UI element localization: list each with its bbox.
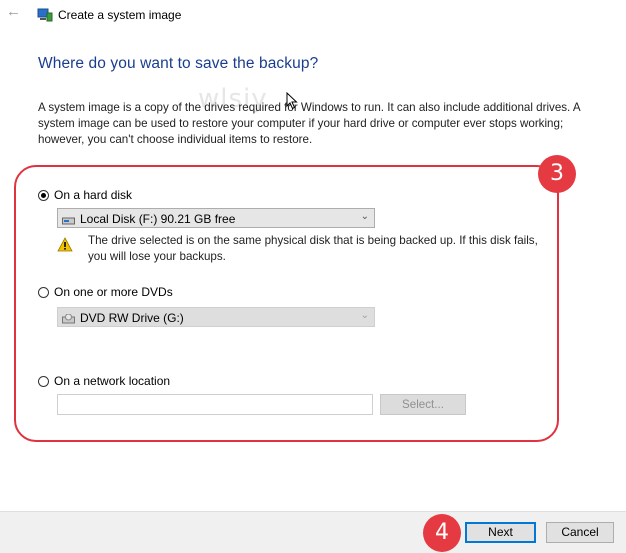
next-button[interactable]: Next: [465, 522, 536, 543]
warning-message: The drive selected is on the same physic…: [88, 234, 538, 263]
step-badge-4: 4: [423, 514, 461, 552]
radio-network-label[interactable]: On a network location: [54, 374, 170, 388]
radio-dvd-label[interactable]: On one or more DVDs: [54, 285, 173, 299]
dvd-drive-icon: [62, 313, 75, 324]
radio-dvd[interactable]: [38, 287, 49, 298]
hard-disk-dropdown[interactable]: Local Disk (F:) 90.21 GB free ⌄: [57, 208, 375, 228]
mouse-cursor-icon: [286, 91, 298, 110]
cancel-button[interactable]: Cancel: [546, 522, 614, 543]
chevron-down-icon: ⌄: [360, 211, 369, 222]
drive-icon: [62, 214, 75, 225]
system-image-icon: [37, 8, 53, 22]
radio-network[interactable]: [38, 376, 49, 387]
page-heading: Where do you want to save the backup?: [38, 55, 319, 72]
warning-icon: [57, 237, 73, 252]
radio-hard-disk[interactable]: [38, 190, 49, 201]
window-title: Create a system image: [58, 8, 182, 22]
dvd-dropdown: DVD RW Drive (G:) ⌄: [57, 307, 375, 327]
radio-hard-disk-label[interactable]: On a hard disk: [54, 188, 132, 202]
network-location-input[interactable]: [57, 394, 373, 415]
back-arrow-icon[interactable]: ←: [6, 4, 22, 20]
hard-disk-dropdown-value: Local Disk (F:) 90.21 GB free: [80, 212, 236, 226]
select-button[interactable]: Select...: [380, 394, 466, 415]
chevron-down-icon: ⌄: [360, 310, 369, 321]
dvd-dropdown-value: DVD RW Drive (G:): [80, 311, 184, 325]
page-description: A system image is a copy of the drives r…: [38, 101, 580, 146]
step-badge-3: 3: [538, 155, 576, 193]
